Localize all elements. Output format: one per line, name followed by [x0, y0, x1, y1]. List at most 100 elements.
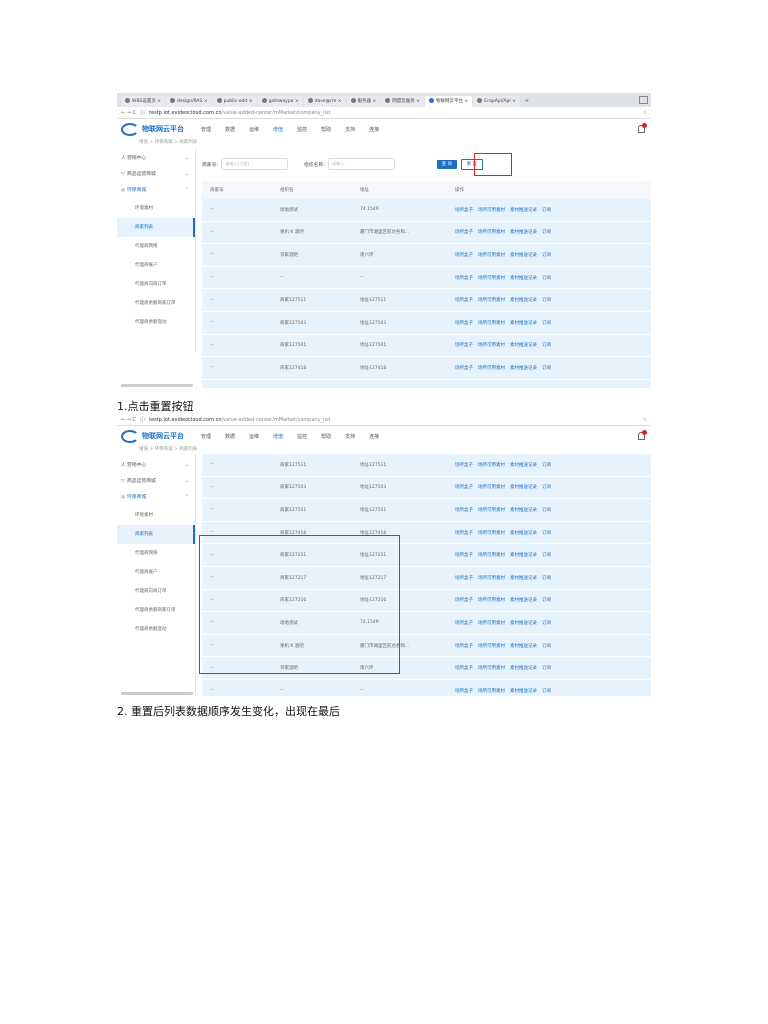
top-menu-item[interactable]: 连接 [369, 433, 379, 440]
row-action-link[interactable]: 场所盒子 [455, 366, 473, 371]
row-action-link[interactable]: 场所可用素材 [478, 321, 505, 326]
row-action-link[interactable]: 订阅 [542, 321, 551, 326]
row-action-link[interactable]: 场所盒子 [455, 463, 473, 468]
bell-icon[interactable] [638, 430, 647, 440]
row-action-link[interactable]: 场所盒子 [455, 230, 473, 235]
row-action-link[interactable]: 场所可用素材 [478, 276, 505, 281]
row-action-link[interactable]: 订阅 [542, 230, 551, 235]
sidebar-item[interactable]: 代理商网络 [117, 237, 195, 256]
row-action-link[interactable]: 素材推送记录 [510, 366, 537, 371]
browser-tab[interactable]: public-edit × [212, 96, 257, 107]
row-action-link[interactable]: 场所可用素材 [478, 598, 505, 603]
query-button[interactable]: 查 询 [436, 159, 457, 169]
sidebar-group[interactable]: ◎ 环保商城 ⌃ [117, 183, 195, 199]
org-name-input[interactable]: 请输入 [327, 158, 395, 170]
row-action-link[interactable]: 订阅 [542, 366, 551, 371]
row-action-link[interactable]: 素材推送记录 [510, 343, 537, 348]
sidebar-item[interactable]: 代理商网络 [117, 544, 195, 563]
browser-tab[interactable]: 网盟云服务 × [381, 96, 424, 107]
address-bar[interactable]: ← → C ⓘ testp.iot.evideocloud.com.cn/val… [117, 414, 651, 426]
horizontal-scrollbar[interactable] [121, 384, 193, 387]
tab-close-icon[interactable]: × [336, 99, 342, 104]
top-menu-item[interactable]: 监控 [297, 126, 307, 133]
row-action-link[interactable]: 订阅 [542, 598, 551, 603]
sidebar-group[interactable]: ◎ 环保商城 ⌃ [117, 490, 195, 506]
star-icon[interactable]: ☆ [643, 417, 647, 423]
row-action-link[interactable]: 场所盒子 [455, 689, 473, 694]
top-menu-item[interactable]: 数据 [225, 433, 235, 440]
row-action-link[interactable]: 素材推送记录 [510, 553, 537, 558]
app-logo[interactable]: 物联网云平台 [121, 122, 201, 136]
horizontal-scrollbar[interactable] [121, 692, 193, 695]
row-action-link[interactable]: 场所盒子 [455, 576, 473, 581]
top-menu-item[interactable]: 支持 [345, 433, 355, 440]
top-menu-item[interactable]: 管理 [201, 433, 211, 440]
row-action-link[interactable]: 场所可用素材 [478, 621, 505, 626]
minimize-icon[interactable] [639, 96, 648, 104]
tab-close-icon[interactable]: × [463, 99, 468, 104]
row-action-link[interactable]: 素材推送记录 [510, 485, 537, 490]
top-menu-item[interactable]: 管理 [201, 126, 211, 133]
row-action-link[interactable]: 场所可用素材 [478, 208, 505, 213]
row-action-link[interactable]: 素材推送记录 [510, 598, 537, 603]
row-action-link[interactable]: 场所可用素材 [478, 576, 505, 581]
row-action-link[interactable]: 订阅 [542, 576, 551, 581]
row-action-link[interactable]: 订阅 [542, 553, 551, 558]
row-action-link[interactable]: 订阅 [542, 463, 551, 468]
row-action-link[interactable]: 场所盒子 [455, 621, 473, 626]
row-action-link[interactable]: 场所可用素材 [478, 666, 505, 671]
row-action-link[interactable]: 素材推送记录 [510, 576, 537, 581]
row-action-link[interactable]: 场所盒子 [455, 343, 473, 348]
row-action-link[interactable]: 场所盒子 [455, 508, 473, 513]
row-action-link[interactable]: 订阅 [542, 666, 551, 671]
top-menu-item[interactable]: 监控 [297, 433, 307, 440]
row-action-link[interactable]: 订阅 [542, 208, 551, 213]
tab-close-icon[interactable]: × [202, 99, 208, 104]
tab-close-icon[interactable]: × [511, 99, 516, 104]
row-action-link[interactable]: 场所盒子 [455, 321, 473, 326]
row-action-link[interactable]: 订阅 [542, 531, 551, 536]
sidebar-item[interactable]: 代理商向商订单 [117, 275, 195, 294]
sidebar-group[interactable]: 人营销中心 ⌄ [117, 458, 195, 474]
row-action-link[interactable]: 订阅 [542, 343, 551, 348]
browser-tab[interactable]: design/RAS × [166, 96, 212, 107]
address-bar[interactable]: ← → C ⓘ testp.iot.evideocloud.com.cn/val… [117, 107, 651, 119]
top-menu-item[interactable]: 连接 [369, 126, 379, 133]
tab-close-icon[interactable]: × [415, 99, 420, 104]
row-action-link[interactable]: 场所可用素材 [478, 531, 505, 536]
row-action-link[interactable]: 订阅 [542, 621, 551, 626]
row-action-link[interactable]: 订阅 [542, 298, 551, 303]
sidebar-group[interactable]: ▽ 商品运营商城 ⌄ [117, 474, 195, 490]
row-action-link[interactable]: 订阅 [542, 276, 551, 281]
row-action-link[interactable]: 场所可用素材 [478, 644, 505, 649]
url-text[interactable]: testp.iot.evideocloud.com.cn/value-added… [149, 417, 330, 423]
top-menu-item[interactable]: 运维 [249, 433, 259, 440]
top-menu-item[interactable]: 数据 [225, 126, 235, 133]
row-action-link[interactable]: 订阅 [542, 689, 551, 694]
tab-close-icon[interactable]: × [371, 99, 376, 104]
nav-buttons[interactable]: ← → C [121, 417, 136, 423]
row-action-link[interactable]: 素材推送记录 [510, 666, 537, 671]
row-action-link[interactable]: 场所可用素材 [478, 230, 505, 235]
browser-tab[interactable]: CrapApi/Api × [473, 96, 520, 107]
row-action-link[interactable]: 素材推送记录 [510, 208, 537, 213]
row-action-link[interactable]: 场所可用素材 [478, 689, 505, 694]
row-action-link[interactable]: 场所可用素材 [478, 253, 505, 258]
row-action-link[interactable]: 素材推送记录 [510, 230, 537, 235]
row-action-link[interactable]: 订阅 [542, 485, 551, 490]
sidebar-item[interactable]: 代理商余额商家订单 [117, 601, 195, 620]
row-action-link[interactable]: 素材推送记录 [510, 621, 537, 626]
row-action-link[interactable]: 素材推送记录 [510, 321, 537, 326]
row-action-link[interactable]: 场所盒子 [455, 644, 473, 649]
row-action-link[interactable]: 场所盒子 [455, 666, 473, 671]
tab-close-icon[interactable]: × [247, 99, 253, 104]
row-action-link[interactable]: 素材推送记录 [510, 508, 537, 513]
browser-tab[interactable]: 服务器 × [346, 96, 381, 107]
url-text[interactable]: testp.iot.evideocloud.com.cn/value-added… [149, 110, 330, 116]
sidebar-item[interactable]: 代理商向商订单 [117, 582, 195, 601]
row-action-link[interactable]: 场所可用素材 [478, 366, 505, 371]
row-action-link[interactable]: 场所可用素材 [478, 463, 505, 468]
sidebar-item[interactable]: 代理商余额变动 [117, 620, 195, 639]
row-action-link[interactable]: 订阅 [542, 508, 551, 513]
row-action-link[interactable]: 素材推送记录 [510, 276, 537, 281]
